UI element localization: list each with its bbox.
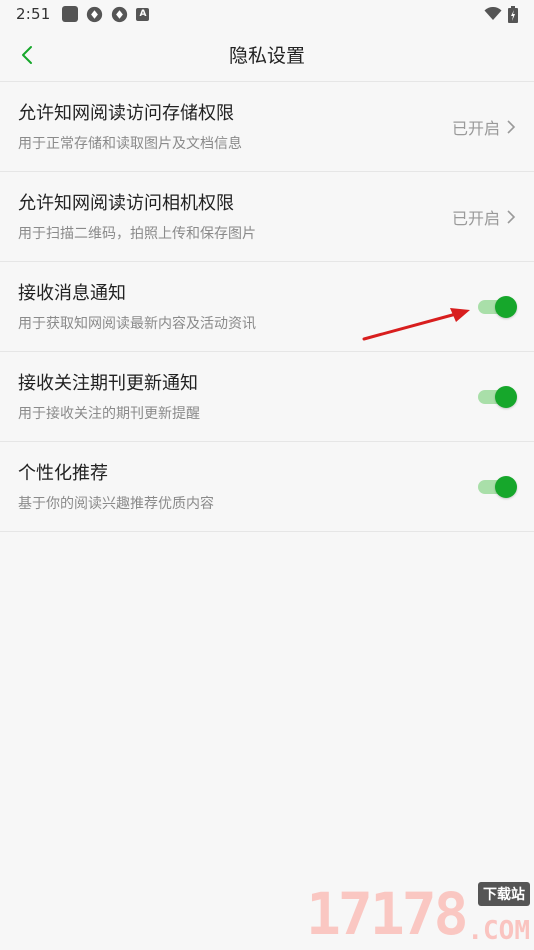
watermark-suffix: .COM [467, 916, 530, 946]
setting-title: 个性化推荐 [18, 462, 108, 484]
setting-title: 允许知网阅读访问存储权限 [18, 102, 234, 124]
setting-desc: 用于获取知网阅读最新内容及活动资讯 [18, 315, 256, 332]
app-header: 隐私设置 [0, 28, 534, 82]
status-text: 已开启 [451, 208, 500, 228]
setting-camera-permission[interactable]: 允许知网阅读访问相机权限 用于扫描二维码，拍照上传和保存图片 已开启 [0, 172, 534, 262]
battery-icon [508, 5, 518, 23]
settings-list: 允许知网阅读访问存储权限 用于正常存储和读取图片及文档信息 已开启 允许知网阅读… [0, 82, 534, 532]
journal-update-toggle[interactable] [476, 385, 517, 408]
back-arrow-icon[interactable] [18, 43, 38, 67]
camera-permission-status[interactable]: 已开启 [452, 205, 516, 229]
status-left-icons: A [62, 6, 150, 23]
setting-desc: 用于正常存储和读取图片及文档信息 [18, 135, 242, 152]
watermark-tag: 下载站 [478, 882, 530, 906]
watermark-number: 17178 [306, 880, 469, 948]
personalized-recommendation-toggle[interactable] [476, 475, 517, 498]
storage-permission-status[interactable]: 已开启 [452, 115, 516, 139]
watermark-logo: 17178 下载站 .COM [306, 878, 534, 950]
sync-icon [87, 6, 103, 22]
chevron-right-icon [507, 119, 516, 134]
setting-desc: 基于你的阅读兴趣推荐优质内容 [18, 495, 214, 512]
status-time: 2:51 [16, 5, 51, 23]
a-icon: A [136, 7, 150, 21]
setting-title: 允许知网阅读访问相机权限 [18, 192, 234, 214]
setting-title: 接收消息通知 [18, 282, 126, 304]
setting-message-notification: 接收消息通知 用于获取知网阅读最新内容及活动资讯 [0, 262, 534, 352]
square-icon [62, 6, 79, 22]
page-title: 隐私设置 [228, 45, 305, 67]
setting-journal-update-notification: 接收关注期刊更新通知 用于接收关注的期刊更新提醒 [0, 352, 534, 442]
status-text: 已开启 [451, 118, 500, 138]
setting-personalized-recommendation: 个性化推荐 基于你的阅读兴趣推荐优质内容 [0, 442, 534, 532]
setting-desc: 用于扫描二维码，拍照上传和保存图片 [18, 225, 256, 242]
message-notification-toggle[interactable] [476, 295, 517, 318]
wifi-icon [484, 7, 502, 20]
setting-title: 接收关注期刊更新通知 [18, 372, 198, 394]
chevron-right-icon [507, 209, 516, 224]
status-bar: 2:51 A [0, 0, 534, 28]
setting-desc: 用于接收关注的期刊更新提醒 [18, 405, 200, 422]
sync-icon [112, 6, 128, 22]
setting-storage-permission[interactable]: 允许知网阅读访问存储权限 用于正常存储和读取图片及文档信息 已开启 [0, 82, 534, 172]
status-right-icons [484, 5, 518, 23]
